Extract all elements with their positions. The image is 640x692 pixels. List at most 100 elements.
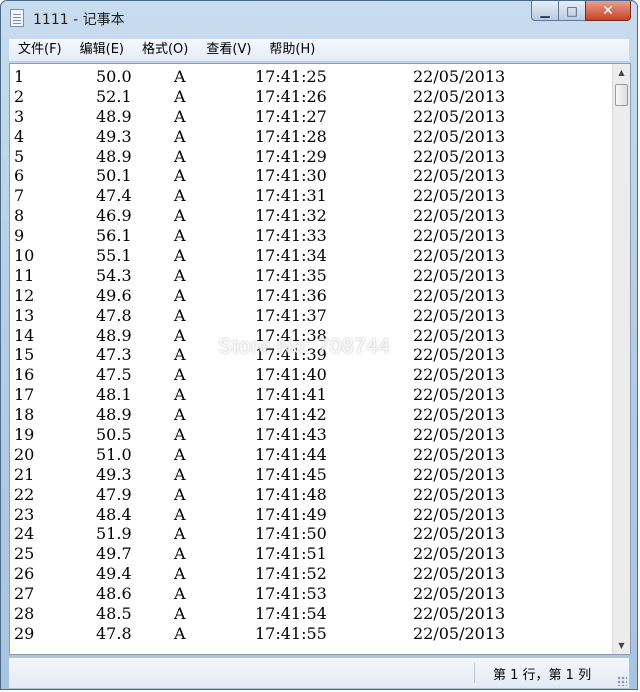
- date: 22/05/2013: [413, 126, 506, 146]
- value: 51.9: [96, 524, 132, 544]
- title-bar[interactable]: 1111 - 记事本 ▁ □ ✕: [1, 1, 637, 37]
- watermark-text: Store No: 708744: [218, 335, 391, 358]
- menu-help[interactable]: 帮助(H): [260, 39, 324, 61]
- date: 22/05/2013: [413, 564, 506, 584]
- flag: A: [174, 226, 186, 246]
- time: 17:41:52: [255, 564, 327, 584]
- text-line: 5 48.9 A 17:41:29 22/05/2013: [14, 147, 606, 167]
- scroll-down-arrow-icon[interactable]: ▼: [613, 637, 630, 654]
- line-number: 15: [14, 345, 35, 365]
- cursor-position: 第 1 行，第 1 列: [493, 668, 592, 683]
- notepad-icon[interactable]: [10, 9, 24, 27]
- time: 17:41:37: [255, 305, 327, 325]
- value: 46.9: [96, 206, 132, 226]
- time: 17:41:32: [255, 206, 327, 226]
- date: 22/05/2013: [413, 623, 506, 643]
- time: 17:41:50: [255, 524, 327, 544]
- menu-file[interactable]: 文件(F): [9, 39, 71, 61]
- resize-grip-icon[interactable]: [617, 676, 627, 686]
- text-line: 22 47.9 A 17:41:48 22/05/2013: [14, 485, 606, 505]
- line-number: 23: [14, 504, 35, 524]
- date: 22/05/2013: [413, 265, 506, 285]
- value: 49.7: [96, 544, 132, 564]
- flag: A: [174, 444, 186, 464]
- text-line: 17 48.1 A 17:41:41 22/05/2013: [14, 385, 606, 405]
- line-number: 2: [14, 86, 25, 106]
- line-number: 5: [14, 146, 25, 166]
- scrollbar-thumb[interactable]: [615, 84, 628, 106]
- date: 22/05/2013: [413, 166, 506, 186]
- flag: A: [174, 67, 186, 86]
- value: 48.9: [96, 146, 132, 166]
- date: 22/05/2013: [413, 504, 506, 524]
- time: 17:41:40: [255, 365, 327, 385]
- value: 49.4: [96, 564, 132, 584]
- maximize-button[interactable]: □: [558, 1, 585, 21]
- value: 50.5: [96, 425, 132, 445]
- date: 22/05/2013: [413, 226, 506, 246]
- value: 49.3: [96, 126, 132, 146]
- text-editor[interactable]: 1 50.0 A 17:41:25 22/05/2013 2 52.1 A 17:41:26 22…: [9, 63, 631, 655]
- date: 22/05/2013: [413, 405, 506, 425]
- minimize-button[interactable]: ▁: [531, 1, 558, 21]
- value: 55.1: [96, 246, 132, 266]
- line-number: 18: [14, 405, 35, 425]
- line-number: 14: [14, 325, 35, 345]
- line-number: 28: [14, 604, 35, 624]
- status-separator: [474, 663, 475, 683]
- line-number: 22: [14, 484, 35, 504]
- value: 49.6: [96, 285, 132, 305]
- line-number: 21: [14, 464, 35, 484]
- time: 17:41:44: [255, 444, 327, 464]
- scroll-up-arrow-icon[interactable]: ▲: [613, 64, 630, 81]
- flag: A: [174, 584, 186, 604]
- value: 50.1: [96, 166, 132, 186]
- flag: A: [174, 305, 186, 325]
- date: 22/05/2013: [413, 67, 506, 86]
- date: 22/05/2013: [413, 584, 506, 604]
- flag: A: [174, 425, 186, 445]
- value: 47.3: [96, 345, 132, 365]
- time: 17:41:48: [255, 484, 327, 504]
- line-number: 4: [14, 126, 25, 146]
- line-number: 26: [14, 564, 35, 584]
- minimize-icon: ▁: [540, 3, 550, 18]
- line-number: 13: [14, 305, 35, 325]
- vertical-scrollbar[interactable]: ▲ ▼: [612, 64, 630, 654]
- value: 56.1: [96, 226, 132, 246]
- line-number: 7: [14, 186, 25, 206]
- window-title: 1111 - 记事本: [33, 12, 125, 28]
- line-number: 6: [14, 166, 25, 186]
- line-number: 1: [14, 67, 25, 86]
- date: 22/05/2013: [413, 464, 506, 484]
- text-line: 25 49.7 A 17:41:51 22/05/2013: [14, 544, 606, 564]
- flag: A: [174, 285, 186, 305]
- time: 17:41:54: [255, 604, 327, 624]
- time: 17:41:36: [255, 285, 327, 305]
- text-line: 16 47.5 A 17:41:40 22/05/2013: [14, 365, 606, 385]
- menu-format[interactable]: 格式(O): [133, 39, 197, 61]
- value: 47.8: [96, 305, 132, 325]
- value: 48.9: [96, 325, 132, 345]
- time: 17:41:26: [255, 86, 327, 106]
- value: 48.1: [96, 385, 132, 405]
- line-number: 10: [14, 246, 35, 266]
- line-number: 19: [14, 425, 35, 445]
- close-button[interactable]: ✕: [585, 1, 631, 21]
- menu-edit[interactable]: 编辑(E): [71, 39, 133, 61]
- date: 22/05/2013: [413, 206, 506, 226]
- line-number: 16: [14, 365, 35, 385]
- value: 47.9: [96, 484, 132, 504]
- date: 22/05/2013: [413, 345, 506, 365]
- date: 22/05/2013: [413, 106, 506, 126]
- maximize-icon: □: [566, 3, 578, 18]
- flag: A: [174, 206, 186, 226]
- flag: A: [174, 106, 186, 126]
- menu-view[interactable]: 查看(V): [197, 39, 260, 61]
- flag: A: [174, 246, 186, 266]
- flag: A: [174, 146, 186, 166]
- text-line: 7 47.4 A 17:41:31 22/05/2013: [14, 186, 606, 206]
- date: 22/05/2013: [413, 186, 506, 206]
- line-number: 12: [14, 285, 35, 305]
- time: 17:41:41: [255, 385, 327, 405]
